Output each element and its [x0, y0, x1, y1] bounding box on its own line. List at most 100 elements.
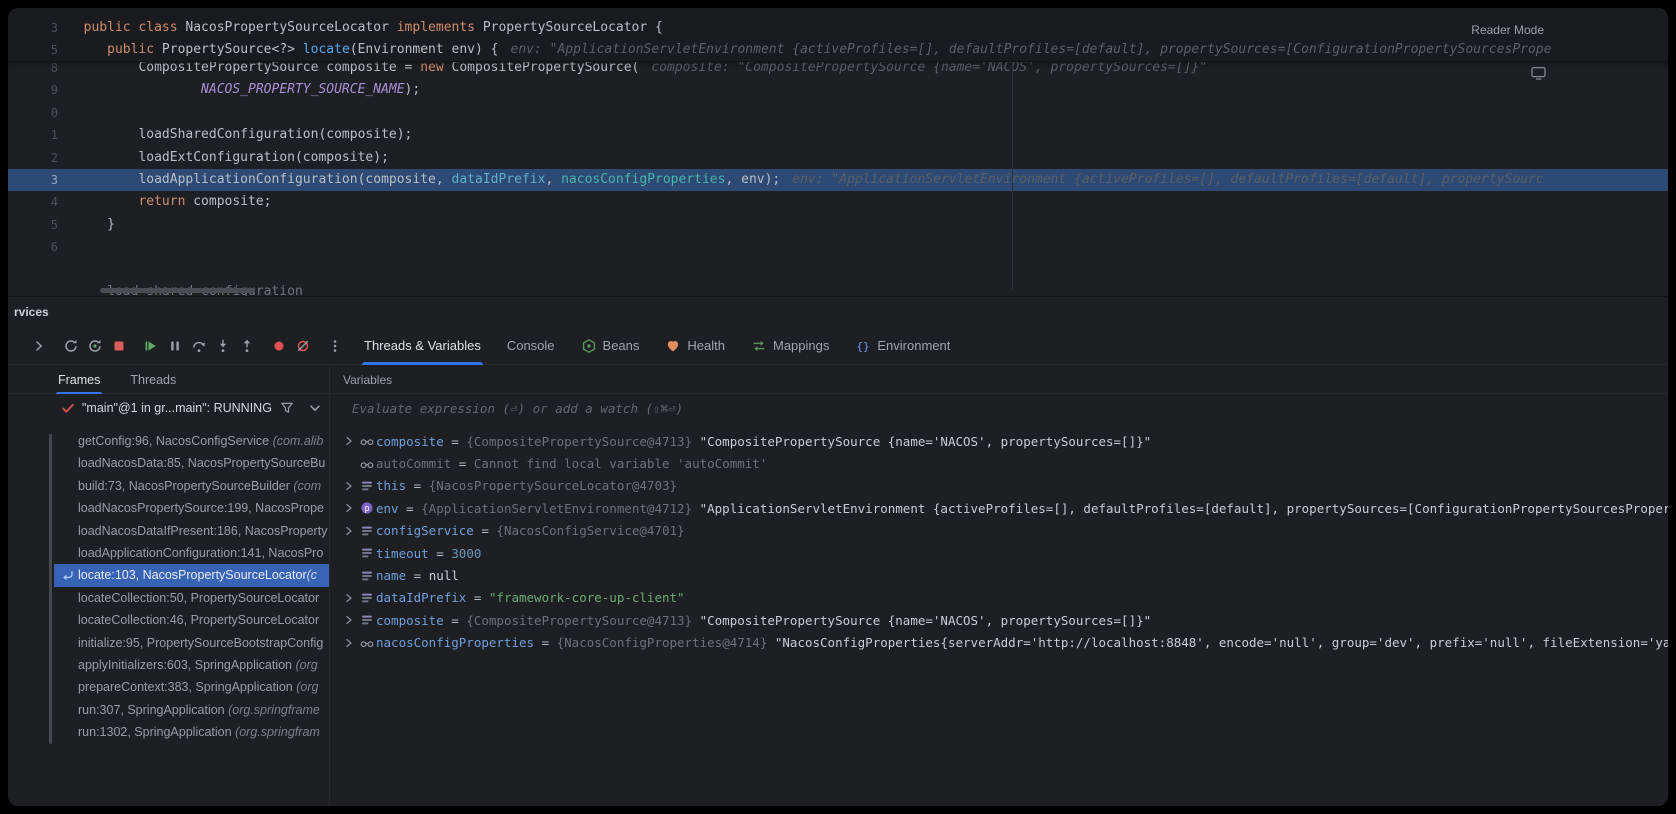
line-number[interactable]: 5 — [8, 214, 58, 236]
line-number[interactable]: 4 — [8, 191, 58, 213]
variable-row[interactable]: timeout = 3000 — [330, 542, 1668, 564]
step-over-button[interactable] — [188, 335, 210, 357]
line-number[interactable]: 9 — [8, 79, 58, 101]
variable-row[interactable]: this = {NacosPropertySourceLocator@4703} — [330, 475, 1668, 497]
stack-frame[interactable]: build:73, NacosPropertySourceBuilder (co… — [8, 475, 329, 497]
tab-frames[interactable]: Frames — [58, 366, 100, 394]
rerun-debug-button[interactable] — [84, 335, 106, 357]
stack-frame[interactable]: getConfig:96, NacosConfigService (com.al… — [8, 430, 329, 452]
inlay-widget-button[interactable] — [1530, 65, 1548, 84]
stack-frame[interactable]: locateCollection:50, PropertySourceLocat… — [8, 587, 329, 609]
variable-value: {NacosConfigService@4701} — [496, 523, 684, 538]
toolbar-group — [268, 335, 314, 357]
stack-frame[interactable]: run:1302, SpringApplication (org.springf… — [8, 721, 329, 743]
debug-toolbar: Threads & Variables Console Beans Health Map… — [8, 327, 1668, 365]
stack-frame[interactable]: loadNacosPropertySource:199, NacosPrope — [8, 497, 329, 519]
expand-chevron-cell[interactable] — [340, 590, 358, 606]
equals-sign: = — [451, 456, 474, 471]
rerun-button[interactable] — [60, 335, 82, 357]
sticky-header: 3public class NacosPropertySourceLocator… — [8, 8, 1668, 62]
view-breakpoints-icon — [271, 338, 287, 354]
expand-chevron-cell[interactable] — [340, 523, 358, 539]
variable-value: "CompositePropertySource {name='NACOS', … — [700, 434, 1152, 449]
variable-row[interactable]: composite = {CompositePropertySource@471… — [330, 430, 1668, 452]
watch-input[interactable]: Evaluate expression (⏎) or add a watch (… — [330, 394, 1668, 422]
variable-row[interactable]: nacosConfigProperties = {NacosConfigProp… — [330, 632, 1668, 654]
inline-debugger-hint[interactable]: env: "ApplicationServletEnvironment {act… — [511, 42, 1552, 57]
code-token: new — [420, 60, 451, 75]
thread-selector[interactable]: "main"@1 in gr...main": RUNNING — [8, 394, 329, 422]
line-number[interactable]: 2 — [8, 147, 58, 169]
mute-breakpoints-button[interactable] — [292, 335, 314, 357]
frames-scrollbar[interactable] — [49, 434, 52, 744]
stack-frame[interactable]: applyInitializers:603, SpringApplication… — [8, 654, 329, 676]
svg-text:{}: {} — [857, 340, 870, 353]
stack-frame[interactable]: locate:103, NacosPropertySourceLocator (… — [54, 564, 329, 586]
inline-debugger-hint[interactable]: composite: "CompositePropertySource {nam… — [651, 60, 1207, 75]
expand-chevron-cell[interactable] — [340, 478, 358, 494]
stack-frame[interactable]: initialize:95, PropertySourceBootstrapCo… — [8, 632, 329, 654]
thread-status-icon — [60, 400, 76, 416]
resume-button[interactable] — [140, 335, 162, 357]
expand-chevron-cell[interactable] — [340, 433, 358, 449]
expand-chevron-icon — [341, 635, 357, 651]
more-vertical-button[interactable] — [324, 335, 346, 357]
stack-frame[interactable]: prepareContext:383, SpringApplication (o… — [8, 676, 329, 698]
tab-threads-variables[interactable]: Threads & Variables — [364, 327, 481, 365]
tab-beans[interactable]: Beans — [581, 327, 640, 365]
variable-name: composite — [376, 434, 444, 449]
code-token: loadExtConfiguration(composite); — [138, 150, 388, 165]
line-number[interactable]: 6 — [8, 236, 58, 258]
tab-health[interactable]: Health — [665, 327, 725, 365]
frame-package: (org — [296, 658, 318, 672]
variable-row[interactable]: dataIdPrefix = "framework-core-up-client… — [330, 587, 1668, 609]
step-into-button[interactable] — [212, 335, 234, 357]
chevron-right-button[interactable] — [28, 335, 50, 357]
editor-horizontal-scrollbar[interactable] — [100, 288, 255, 293]
variable-row[interactable]: configService = {NacosConfigService@4701… — [330, 520, 1668, 542]
tab-console[interactable]: Console — [507, 327, 555, 365]
frames-filter-button[interactable] — [279, 400, 295, 419]
step-out-button[interactable] — [236, 335, 258, 357]
field-icon — [359, 545, 375, 561]
editor: 8CompositePropertySource composite = new… — [8, 8, 1668, 296]
pause-icon — [167, 338, 183, 354]
line-number[interactable]: 1 — [8, 124, 58, 146]
thread-dropdown-button[interactable] — [307, 400, 323, 419]
expand-chevron-cell[interactable] — [340, 500, 358, 516]
toolbar-group — [324, 335, 346, 357]
tab-environment[interactable]: {}Environment — [855, 327, 950, 365]
line-number[interactable]: 3 — [8, 169, 58, 191]
reader-mode-label[interactable]: Reader Mode — [1471, 23, 1544, 37]
variable-row[interactable]: composite = {CompositePropertySource@471… — [330, 609, 1668, 631]
variable-row[interactable]: penv = {ApplicationServletEnvironment@47… — [330, 497, 1668, 519]
variable-row[interactable]: autoCommit = Cannot find local variable … — [330, 452, 1668, 474]
tab-threads[interactable]: Threads — [130, 366, 176, 394]
variable-name: this — [376, 478, 406, 493]
variable-name: name — [376, 568, 406, 583]
stack-frame[interactable]: locateCollection:46, PropertySourceLocat… — [8, 609, 329, 631]
expand-chevron-cell[interactable] — [340, 635, 358, 651]
watch-icon — [359, 635, 375, 651]
code-token: , — [545, 172, 561, 187]
expand-chevron-icon — [341, 500, 357, 516]
line-number[interactable]: 5 — [8, 39, 58, 61]
stack-frame[interactable]: run:307, SpringApplication (org.springfr… — [8, 699, 329, 721]
inline-debugger-hint[interactable]: env: "ApplicationServletEnvironment {act… — [792, 172, 1543, 187]
stop-button[interactable] — [108, 335, 130, 357]
frame-package: (org — [296, 680, 318, 694]
tab-mappings[interactable]: Mappings — [751, 327, 829, 365]
pause-button[interactable] — [164, 335, 186, 357]
expand-chevron-icon — [341, 612, 357, 628]
view-breakpoints-button[interactable] — [268, 335, 290, 357]
line-number[interactable]: 3 — [8, 17, 58, 39]
field-icon — [359, 568, 375, 584]
expand-chevron-cell[interactable] — [340, 612, 358, 628]
stack-frame[interactable]: loadNacosData:85, NacosPropertySourceBu — [8, 452, 329, 474]
frame-location: locateCollection:46, PropertySourceLocat… — [78, 613, 319, 627]
stack-frame[interactable]: loadApplicationConfiguration:141, NacosP… — [8, 542, 329, 564]
stack-frame[interactable]: loadNacosDataIfPresent:186, NacosPropert… — [8, 520, 329, 542]
line-number[interactable]: 0 — [8, 102, 58, 124]
variable-row[interactable]: name = null — [330, 564, 1668, 586]
svg-text:p: p — [364, 505, 369, 515]
